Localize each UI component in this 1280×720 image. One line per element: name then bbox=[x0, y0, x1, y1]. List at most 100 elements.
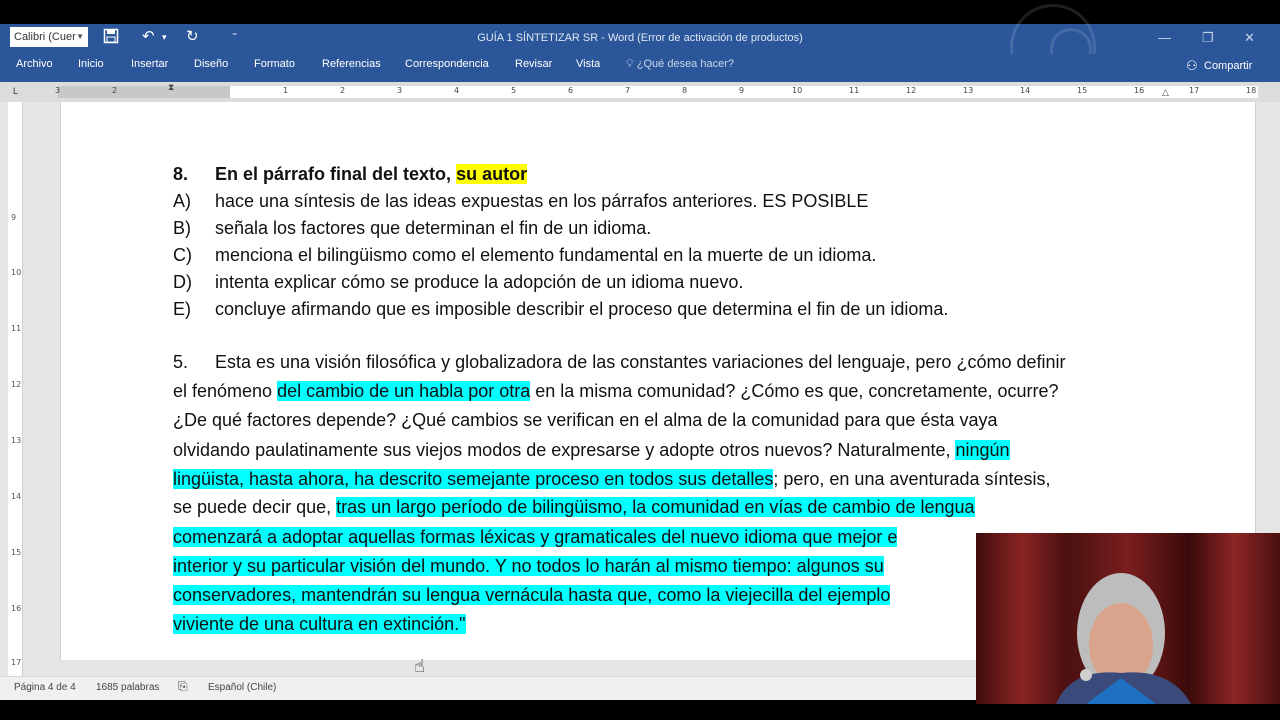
right-indent-marker-icon[interactable]: △ bbox=[1162, 88, 1169, 98]
ruler-mark: 3 bbox=[397, 86, 403, 95]
word-window: Calibri (Cuer ▼ ↶ ▾ ↻ ⁼ GUÍA 1 SÍNTETIZA… bbox=[0, 0, 1280, 720]
paragraph-5-line[interactable]: interior y su particular visión del mund… bbox=[173, 554, 884, 578]
option-letter: E) bbox=[173, 299, 191, 319]
ruler-mark: 10 bbox=[11, 268, 22, 277]
highlight-cyan: comenzará a adoptar aquellas formas léxi… bbox=[173, 527, 898, 547]
ruler-mark: 2 bbox=[112, 86, 118, 95]
question-number: 8. bbox=[173, 164, 189, 184]
ruler-mark: 10 bbox=[792, 86, 803, 95]
ruler-mark: 17 bbox=[1189, 86, 1200, 95]
option-d[interactable]: D) intenta explicar cómo se produce la ad… bbox=[173, 270, 743, 294]
option-c[interactable]: C) menciona el bilingüismo como el elemen… bbox=[173, 243, 876, 267]
ruler-mark: 13 bbox=[11, 436, 22, 445]
ruler-mark: 9 bbox=[739, 86, 745, 95]
option-letter: C) bbox=[173, 245, 192, 265]
option-letter: D) bbox=[173, 272, 192, 292]
ruler-margin bbox=[58, 86, 230, 98]
ruler-mark: 12 bbox=[906, 86, 917, 95]
option-text: menciona el bilingüismo como el elemento… bbox=[215, 245, 877, 265]
tell-me-box[interactable]: 💡︎ ¿Qué desea hacer? bbox=[626, 58, 734, 71]
paragraph-5-line[interactable]: lingüista, hasta ahora, ha descrito seme… bbox=[173, 467, 1051, 491]
page-count[interactable]: Página 4 de 4 bbox=[14, 682, 76, 693]
ruler-mark: 17 bbox=[11, 658, 22, 667]
line-text: olvidando paulatinamente sus viejos modo… bbox=[173, 440, 956, 460]
paragraph-number: 5. bbox=[173, 352, 189, 372]
minimize-icon[interactable]: — bbox=[1158, 30, 1171, 45]
highlight-cyan: lingüista, hasta ahora, ha descrito seme… bbox=[173, 469, 774, 489]
highlight-cyan: ningún bbox=[955, 440, 1010, 460]
line-text: ¿De qué factores depende? ¿Qué cambios s… bbox=[173, 410, 998, 430]
option-b[interactable]: B) señala los factores que determinan el … bbox=[173, 216, 651, 240]
option-letter: A) bbox=[173, 191, 191, 211]
line-text: ; pero, en una aventurada síntesis, bbox=[773, 469, 1051, 489]
close-icon[interactable]: ✕ bbox=[1244, 30, 1255, 46]
ruler-mark: 11 bbox=[11, 324, 22, 333]
paragraph-5-line[interactable]: viviente de una cultura en extinción." bbox=[173, 612, 466, 636]
indent-marker-icon[interactable]: ⧗ bbox=[168, 83, 174, 93]
presenter-video-icon bbox=[976, 533, 1280, 704]
paragraph-5-line[interactable]: conservadores, mantendrán su lengua vern… bbox=[173, 583, 891, 607]
ruler-mark: 15 bbox=[11, 548, 22, 557]
ruler-mark: 16 bbox=[1134, 86, 1145, 95]
ruler-mark: 7 bbox=[625, 86, 631, 95]
paragraph-5-line[interactable]: olvidando paulatinamente sus viejos modo… bbox=[173, 438, 1010, 462]
paragraph-5-line[interactable]: se puede decir que, tras un largo períod… bbox=[173, 495, 975, 519]
word-count[interactable]: 1685 palabras bbox=[96, 682, 159, 693]
ruler-mark: 1 bbox=[283, 86, 289, 95]
lightbulb-icon: 💡︎ bbox=[626, 58, 637, 70]
ruler-mark: 6 bbox=[568, 86, 574, 95]
ruler-mark: 8 bbox=[682, 86, 688, 95]
option-text: hace una síntesis de las ideas expuestas… bbox=[215, 191, 869, 211]
paragraph-5-line[interactable]: comenzará a adoptar aquellas formas léxi… bbox=[173, 525, 898, 549]
option-letter: B) bbox=[173, 218, 191, 238]
option-text: señala los factores que determinan el fi… bbox=[215, 218, 652, 238]
proofing-icon[interactable]: ⎘ bbox=[178, 679, 188, 694]
stem-text: En el párrafo final del texto, bbox=[215, 164, 457, 184]
tab-diseno[interactable]: Diseño bbox=[194, 58, 228, 70]
option-text: intenta explicar cómo se produce la adop… bbox=[215, 272, 744, 292]
ruler-mark: 5 bbox=[511, 86, 517, 95]
restore-icon[interactable]: ❐ bbox=[1202, 30, 1214, 46]
option-a[interactable]: A) hace una síntesis de las ideas expuest… bbox=[173, 189, 868, 213]
option-e[interactable]: E) concluye afirmando que es imposible de… bbox=[173, 297, 948, 321]
ruler-mark: 14 bbox=[1020, 86, 1031, 95]
tab-archivo[interactable]: Archivo bbox=[16, 58, 53, 70]
line-text: Esta es una visión filosófica y globaliz… bbox=[215, 352, 1066, 372]
letterbox-top bbox=[0, 0, 1280, 24]
highlight-cyan: interior y su particular visión del mund… bbox=[173, 556, 884, 576]
line-text: se puede decir que, bbox=[173, 497, 337, 517]
highlight-cyan: tras un largo período de bilingüismo, la… bbox=[336, 497, 975, 517]
ruler-mark: 11 bbox=[849, 86, 860, 95]
share-button[interactable]: ⚇ Compartir bbox=[1180, 55, 1272, 77]
tell-me-text: ¿Qué desea hacer? bbox=[636, 58, 734, 70]
paragraph-5-line[interactable]: ¿De qué factores depende? ¿Qué cambios s… bbox=[173, 408, 997, 432]
tab-vista[interactable]: Vista bbox=[576, 58, 600, 70]
tab-referencias[interactable]: Referencias bbox=[322, 58, 381, 70]
highlight-cyan: conservadores, mantendrán su lengua vern… bbox=[173, 585, 891, 605]
ruler-mark: 13 bbox=[963, 86, 974, 95]
ruler-mark: 12 bbox=[11, 380, 22, 389]
tab-inicio[interactable]: Inicio bbox=[78, 58, 104, 70]
ruler-mark: 3 bbox=[55, 86, 61, 95]
ruler-mark: 2 bbox=[340, 86, 346, 95]
window-title: GUÍA 1 SÍNTETIZAR SR - Word (Error de ac… bbox=[477, 32, 803, 44]
tab-correspondencia[interactable]: Correspondencia bbox=[405, 58, 489, 70]
person-icon: ⚇ bbox=[1186, 58, 1198, 73]
tab-formato[interactable]: Formato bbox=[254, 58, 295, 70]
highlight-yellow: su autor bbox=[456, 164, 528, 184]
ruler-mark: 16 bbox=[11, 604, 22, 613]
option-text: concluye afirmando que es imposible desc… bbox=[215, 299, 949, 319]
ruler-mark: 15 bbox=[1077, 86, 1088, 95]
question-8-stem[interactable]: 8. En el párrafo final del texto, su auto… bbox=[173, 162, 528, 186]
ruler-mark: 18 bbox=[1246, 86, 1257, 95]
tab-revisar[interactable]: Revisar bbox=[515, 58, 552, 70]
tab-insertar[interactable]: Insertar bbox=[131, 58, 168, 70]
tab-selector-icon[interactable]: L bbox=[13, 86, 18, 96]
ruler-mark: 14 bbox=[11, 492, 22, 501]
highlight-cyan: del cambio de un habla por otra bbox=[277, 381, 531, 401]
share-label: Compartir bbox=[1204, 60, 1253, 72]
vertical-ruler[interactable] bbox=[8, 102, 23, 676]
language-label[interactable]: Español (Chile) bbox=[208, 682, 276, 693]
paragraph-5-line[interactable]: 5. Esta es una visión filosófica y global… bbox=[173, 350, 1065, 374]
paragraph-5-line[interactable]: el fenómeno del cambio de un habla por o… bbox=[173, 379, 1059, 403]
